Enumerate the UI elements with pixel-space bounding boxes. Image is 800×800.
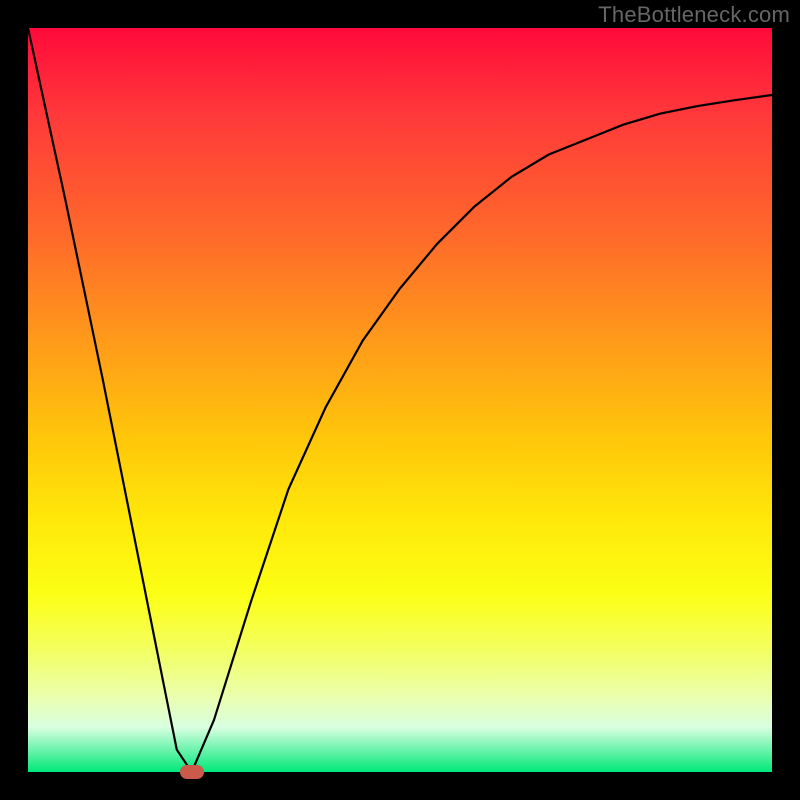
chart-frame: TheBottleneck.com — [0, 0, 800, 800]
optimum-marker — [180, 765, 204, 779]
plot-area — [28, 28, 772, 772]
bottleneck-curve — [28, 28, 772, 772]
watermark-text: TheBottleneck.com — [598, 2, 790, 28]
